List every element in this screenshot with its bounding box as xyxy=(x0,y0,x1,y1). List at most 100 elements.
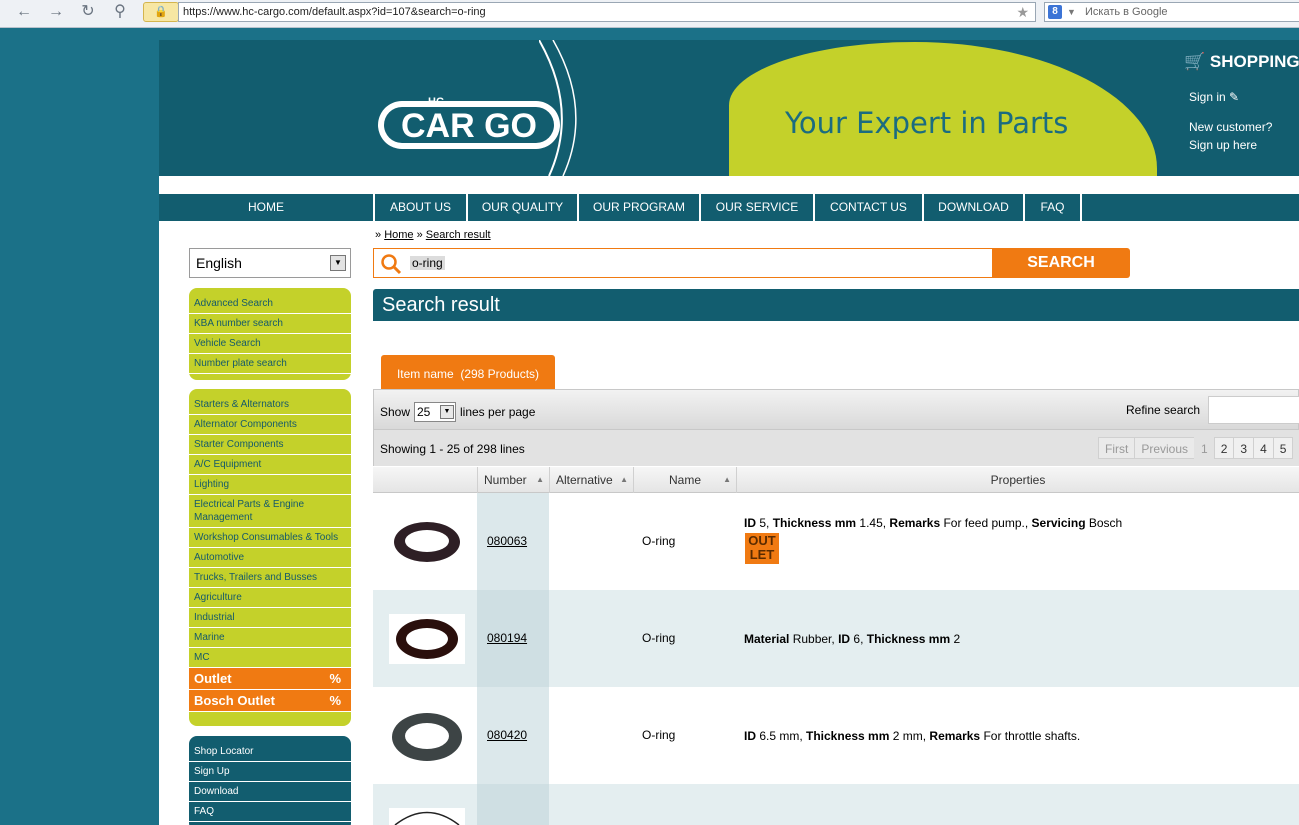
table-row[interactable]: 080194 O-ring Material Rubber, ID 6, Thi… xyxy=(373,590,1299,687)
browser-search-box[interactable]: 8 ▼ Искать в Google xyxy=(1044,2,1299,22)
nav-download[interactable]: DOWNLOAD xyxy=(922,194,1023,221)
cargo-logo[interactable]: CAR GO HC xyxy=(374,85,564,155)
product-image[interactable] xyxy=(389,808,465,825)
search-button[interactable]: SEARCH xyxy=(992,248,1130,278)
menu-lighting[interactable]: Lighting xyxy=(189,475,351,495)
tagline: Your Expert in Parts xyxy=(785,106,1069,140)
menu-ac-equipment[interactable]: A/C Equipment xyxy=(189,455,351,475)
menu-outlet[interactable]: Outlet % xyxy=(189,668,351,690)
column-alternative[interactable]: Alternative ▲ xyxy=(549,467,633,493)
menu-starters-alternators[interactable]: Starters & Alternators xyxy=(189,395,351,415)
pager-previous[interactable]: Previous xyxy=(1134,437,1196,459)
menu-bosch-outlet[interactable]: Bosch Outlet % xyxy=(189,690,351,712)
product-image[interactable] xyxy=(389,711,465,761)
results-toolbar: Show 25 ▼ lines per page Refine search xyxy=(373,389,1299,430)
pager-page-1[interactable]: 1 xyxy=(1194,437,1215,459)
nav-faq[interactable]: FAQ xyxy=(1023,194,1080,221)
cart-icon: 🛒 xyxy=(1184,52,1206,71)
nav-our-service[interactable]: OUR SERVICE xyxy=(699,194,813,221)
bottom-menu: Shop Locator Sign Up Download FAQ xyxy=(189,736,351,825)
chevron-down-icon[interactable]: ▼ xyxy=(440,405,454,419)
outlet-badge: OUT LET xyxy=(745,533,779,564)
menu-kba-number-search[interactable]: KBA number search xyxy=(189,314,351,334)
menu-industrial[interactable]: Industrial xyxy=(189,608,351,628)
url-text: https://www.hc-cargo.com/default.aspx?id… xyxy=(183,6,486,18)
tab-item-name[interactable]: Item name (298 Products) xyxy=(381,355,555,390)
pager-page-2[interactable]: 2 xyxy=(1213,437,1235,459)
product-image[interactable] xyxy=(389,517,465,567)
showing-count: Showing 1 - 25 of 298 lines xyxy=(380,442,525,456)
breadcrumb-current[interactable]: Search result xyxy=(426,229,491,241)
language-select[interactable]: English ▼ xyxy=(189,248,351,278)
menu-sign-up[interactable]: Sign Up xyxy=(189,762,351,782)
product-number-link[interactable]: 080194 xyxy=(487,631,527,645)
new-customer-text: New customer? xyxy=(1189,120,1273,134)
menu-shop-locator[interactable]: Shop Locator xyxy=(189,742,351,762)
menu-automotive[interactable]: Automotive xyxy=(189,548,351,568)
table-row[interactable]: 080063 O-ring ID 5, Thickness mm 1.45, R… xyxy=(373,493,1299,590)
breadcrumb-separator: » xyxy=(416,229,423,241)
product-number-link[interactable]: 080063 xyxy=(487,534,527,548)
menu-vehicle-search[interactable]: Vehicle Search xyxy=(189,334,351,354)
key-icon[interactable]: ⚲ xyxy=(108,2,132,22)
pager-page-5[interactable]: 5 xyxy=(1272,437,1294,459)
page-size-value: 25 xyxy=(417,405,431,419)
chevron-down-icon[interactable]: ▼ xyxy=(330,255,346,271)
outlet-label: Outlet xyxy=(194,671,232,686)
sign-in-link[interactable]: Sign in ✎ xyxy=(1189,90,1239,104)
pager: First Previous 1 2 3 4 5 xyxy=(1098,437,1294,459)
product-image[interactable] xyxy=(389,614,465,664)
table-row[interactable]: 080420 O-ring ID 6.5 mm, Thickness mm 2 … xyxy=(373,687,1299,784)
svg-text:CAR GO: CAR GO xyxy=(401,107,537,145)
menu-electrical-parts[interactable]: Electrical Parts & Engine Management xyxy=(189,495,351,528)
nav-about-us[interactable]: ABOUT US xyxy=(373,194,466,221)
shopping-cart-link[interactable]: 🛒 SHOPPING xyxy=(1184,52,1299,72)
menu-workshop-consumables[interactable]: Workshop Consumables & Tools xyxy=(189,528,351,548)
page-size-select[interactable]: 25 ▼ xyxy=(414,402,456,422)
breadcrumb-home[interactable]: Home xyxy=(384,229,413,241)
search-icon xyxy=(381,254,402,275)
nav-our-quality[interactable]: OUR QUALITY xyxy=(466,194,577,221)
column-number-label: Number xyxy=(484,473,527,487)
nav-our-program[interactable]: OUR PROGRAM xyxy=(577,194,699,221)
menu-agriculture[interactable]: Agriculture xyxy=(189,588,351,608)
menu-advanced-search[interactable]: Advanced Search xyxy=(189,294,351,314)
menu-mc[interactable]: MC xyxy=(189,648,351,668)
google-icon: 8 xyxy=(1048,5,1062,19)
browser-search-placeholder: Искать в Google xyxy=(1085,6,1168,18)
refine-search-input[interactable] xyxy=(1208,396,1299,424)
menu-faq[interactable]: FAQ xyxy=(189,802,351,822)
shopping-label: SHOPPING xyxy=(1209,52,1299,71)
nav-contact-us[interactable]: CONTACT US xyxy=(813,194,922,221)
sort-asc-icon: ▲ xyxy=(536,475,544,484)
sign-up-link[interactable]: Sign up here xyxy=(1189,136,1272,154)
menu-download[interactable]: Download xyxy=(189,782,351,802)
sort-icon: ▲ xyxy=(723,475,731,484)
menu-marine[interactable]: Marine xyxy=(189,628,351,648)
pager-page-4[interactable]: 4 xyxy=(1253,437,1274,459)
column-name[interactable]: Name ▲ xyxy=(633,467,736,493)
main-nav: HOME ABOUT US OUR QUALITY OUR PROGRAM OU… xyxy=(159,194,1299,221)
bookmark-star-icon[interactable]: ★ xyxy=(1016,3,1029,21)
dropdown-caret-icon[interactable]: ▼ xyxy=(1067,3,1076,21)
column-number[interactable]: Number ▲ xyxy=(477,467,549,493)
menu-starter-components[interactable]: Starter Components xyxy=(189,435,351,455)
forward-arrow-icon[interactable]: → xyxy=(44,2,68,22)
menu-alternator-components[interactable]: Alternator Components xyxy=(189,415,351,435)
nav-home[interactable]: HOME xyxy=(159,194,373,221)
product-number-link[interactable]: 080420 xyxy=(487,728,527,742)
search-value: o-ring xyxy=(410,256,445,270)
table-row[interactable] xyxy=(373,784,1299,825)
language-value: English xyxy=(196,255,242,271)
address-bar[interactable]: https://www.hc-cargo.com/default.aspx?id… xyxy=(178,2,1036,22)
pagination-bar: Showing 1 - 25 of 298 lines First Previo… xyxy=(373,430,1299,466)
lock-icon[interactable]: 🔒 xyxy=(143,2,179,22)
search-input[interactable]: o-ring xyxy=(373,248,993,278)
header-arc-decoration xyxy=(539,40,577,176)
back-arrow-icon[interactable]: ← xyxy=(12,2,36,22)
reload-icon[interactable]: ↻ xyxy=(76,2,100,22)
pager-page-3[interactable]: 3 xyxy=(1233,437,1255,459)
pager-first[interactable]: First xyxy=(1098,437,1136,459)
menu-number-plate-search[interactable]: Number plate search xyxy=(189,354,351,374)
menu-trucks-trailers[interactable]: Trucks, Trailers and Busses xyxy=(189,568,351,588)
